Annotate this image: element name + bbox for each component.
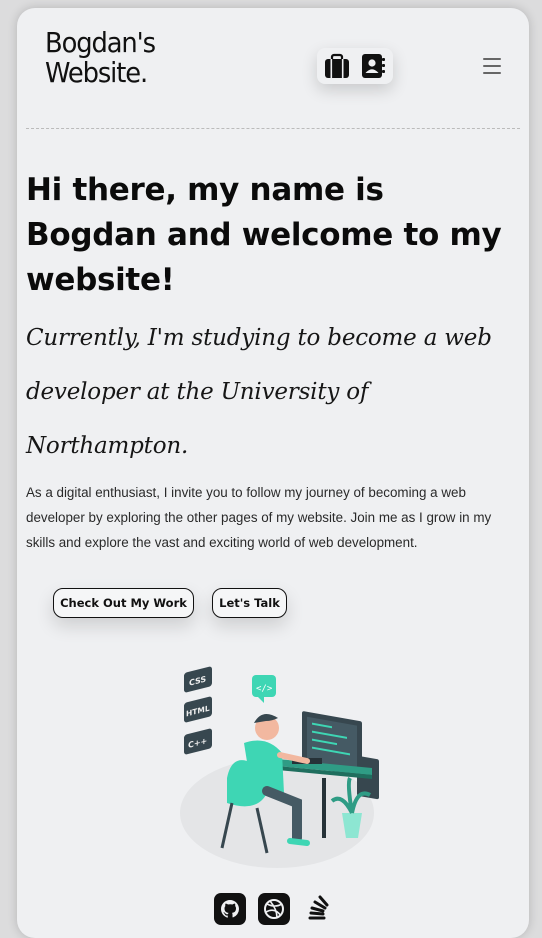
logo-line-2: Website. [45, 56, 148, 89]
contact-book-icon[interactable] [359, 52, 387, 80]
dribbble-icon[interactable] [257, 892, 291, 926]
svg-text:</>: </> [256, 684, 273, 694]
developer-illustration: CSS HTML C++ </> [180, 666, 379, 868]
hamburger-line [483, 72, 501, 74]
check-out-my-work-button[interactable]: Check Out My Work [53, 588, 194, 618]
site-logo[interactable]: Bogdan's Website. [45, 26, 156, 89]
hamburger-menu-icon[interactable] [483, 58, 501, 74]
stackoverflow-icon[interactable] [301, 892, 335, 926]
hero-paragraph: As a digital enthusiast, I invite you to… [26, 485, 492, 550]
header-divider [26, 128, 520, 129]
social-links [213, 892, 335, 926]
hero-subheading: Currently, I'm studying to become a web … [26, 325, 492, 459]
hero-heading: Hi there, my name is Bogdan and welcome … [26, 172, 502, 298]
briefcase-icon[interactable] [323, 52, 351, 80]
page-card: Bogdan's Website. Hi there, my name is B… [17, 8, 529, 938]
hamburger-line [483, 65, 501, 67]
logo-line-1: Bogdan's [45, 26, 156, 59]
lets-talk-button[interactable]: Let's Talk [212, 588, 287, 618]
hamburger-line [483, 58, 501, 60]
nav-icon-group [317, 48, 393, 84]
github-icon[interactable] [213, 892, 247, 926]
